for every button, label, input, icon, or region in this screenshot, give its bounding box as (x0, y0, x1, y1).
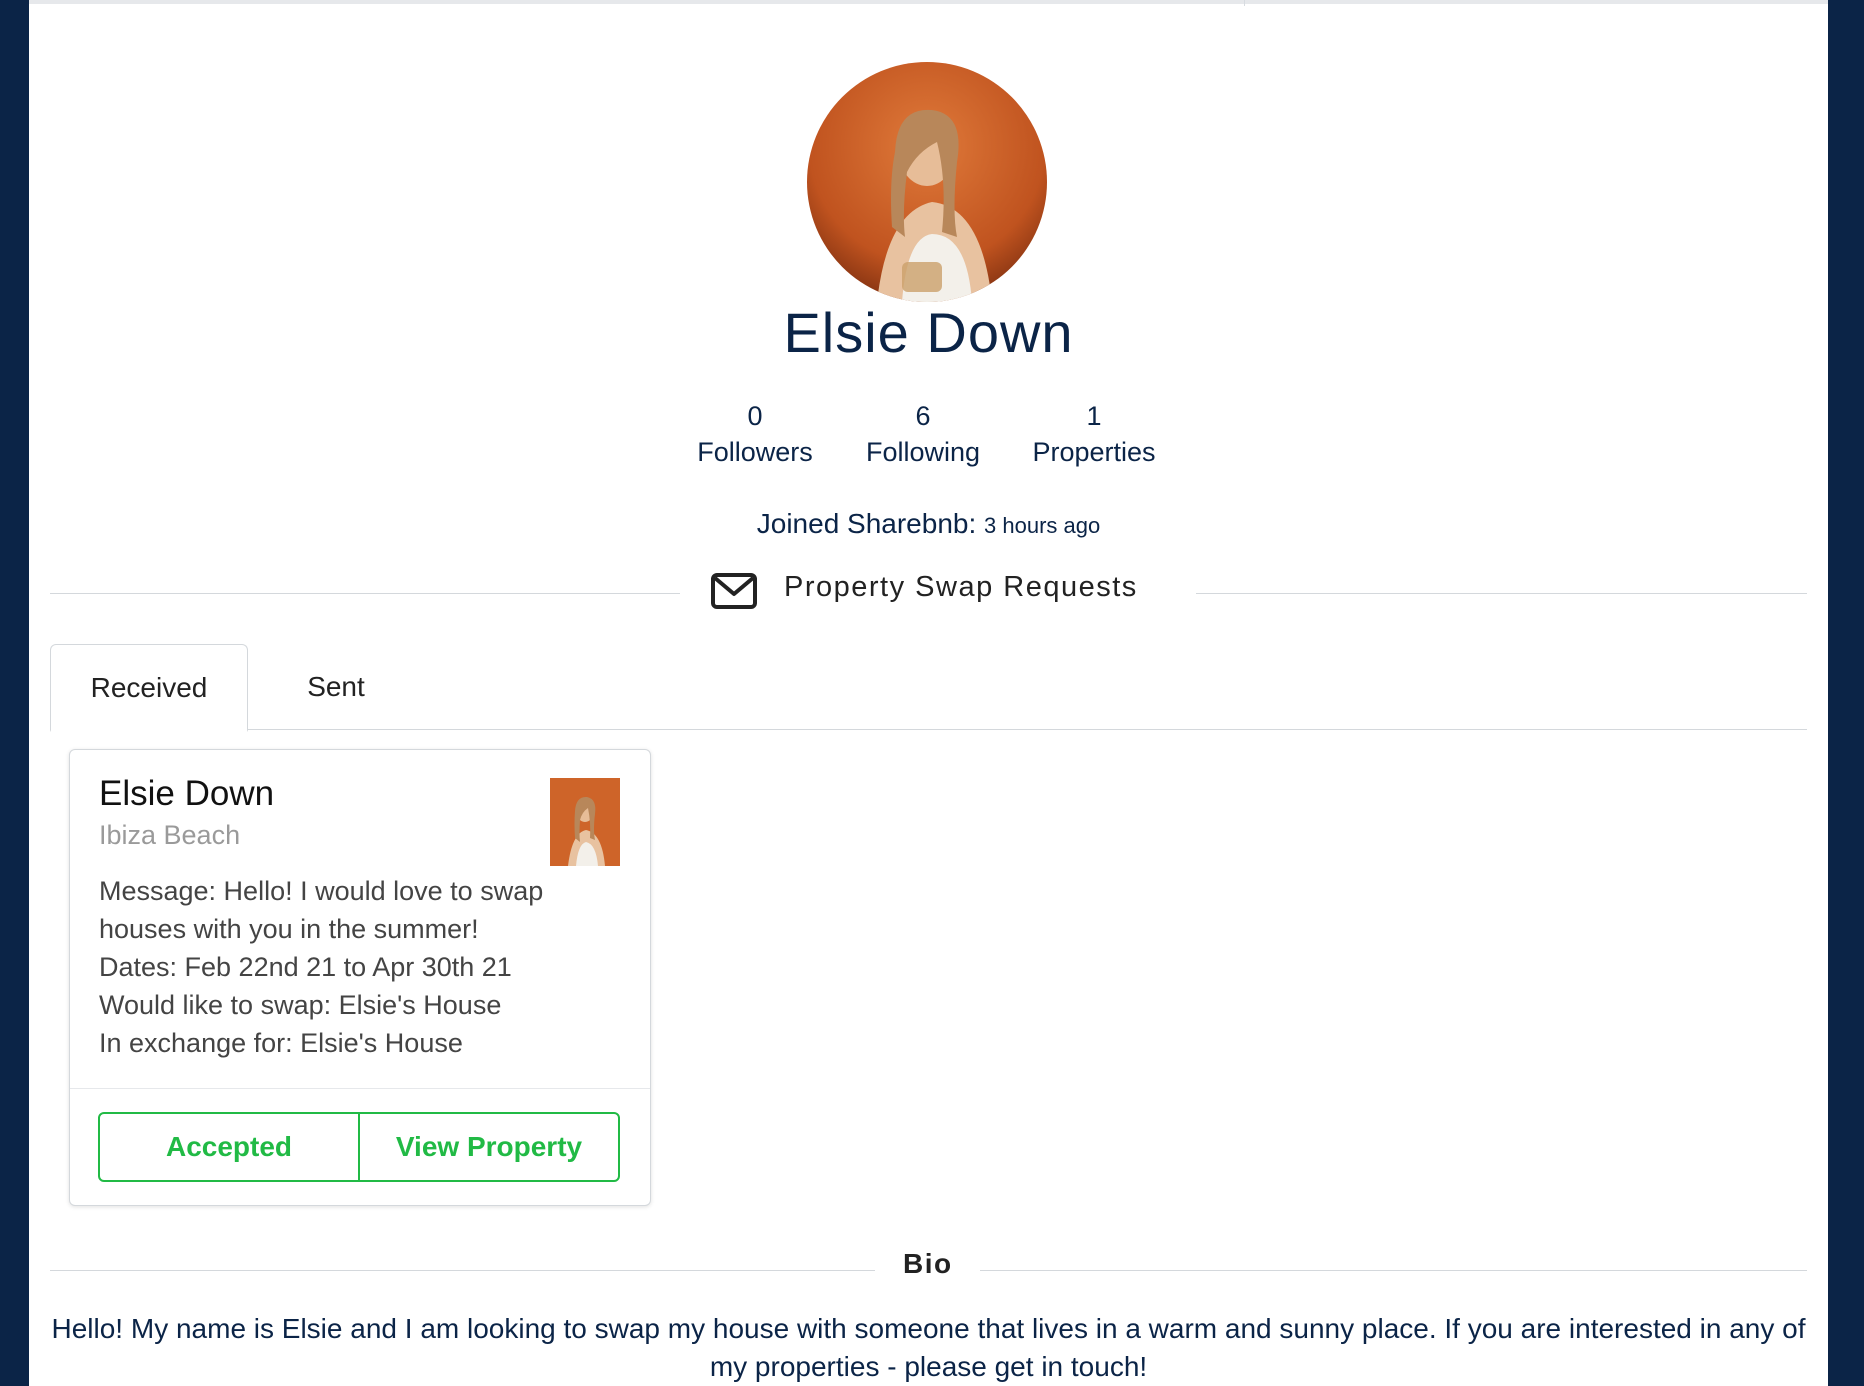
bio-rule-left (50, 1270, 875, 1271)
view-property-button[interactable]: View Property (358, 1114, 618, 1180)
following-label: Following (865, 437, 981, 467)
bio-rule-right (980, 1270, 1807, 1271)
tab-received[interactable]: Received (50, 644, 248, 732)
top-divider (1244, 0, 1245, 6)
stat-properties[interactable]: 1 Properties (1004, 398, 1184, 470)
top-border (29, 0, 1828, 4)
requests-rule-right (1196, 593, 1807, 594)
tabs-baseline (50, 729, 1807, 730)
requests-rule-left (50, 593, 680, 594)
joined-ago: 3 hours ago (984, 513, 1101, 538)
followers-label: Followers (697, 437, 813, 467)
joined-info: Joined Sharebnb: 3 hours ago (29, 508, 1828, 540)
profile-stats: 0 Followers 6 Following 1 Properties (29, 398, 1828, 478)
profile-avatar (807, 62, 1047, 302)
joined-label: Joined Sharebnb: (756, 508, 977, 539)
requests-header: Property Swap Requests (50, 563, 1807, 623)
requests-tabs: Received Sent (50, 644, 1807, 732)
bio-header: Bio (50, 1240, 1807, 1300)
stat-followers[interactable]: 0 Followers (665, 398, 845, 470)
request-location: Ibiza Beach (99, 820, 241, 850)
request-dates: Dates: Feb 22nd 21 to Apr 30th 21 (99, 952, 512, 982)
stat-following[interactable]: 6 Following (833, 398, 1013, 470)
profile-name: Elsie Down (783, 301, 1074, 364)
accepted-button[interactable]: Accepted (100, 1114, 358, 1180)
card-actions: Accepted View Property (98, 1112, 620, 1182)
request-exchange-property: In exchange for: Elsie's House (99, 1028, 463, 1058)
properties-label: Properties (1032, 437, 1156, 467)
profile-page: Elsie Down 0 Followers 6 Following 1 Pro… (29, 0, 1828, 1386)
requests-title: Property Swap Requests (784, 571, 1138, 603)
envelope-icon (711, 573, 757, 614)
request-sender-thumbnail (550, 778, 620, 866)
request-sender-name[interactable]: Elsie Down (99, 774, 274, 814)
swap-request-card: Elsie Down Ibiza Beach Message: Hello! I… (69, 749, 651, 1206)
card-divider (70, 1088, 650, 1089)
followers-count: 0 (747, 401, 763, 431)
bio-title: Bio (903, 1248, 953, 1279)
following-count: 6 (915, 401, 931, 431)
request-swap-property: Would like to swap: Elsie's House (99, 990, 502, 1020)
request-message: Message: Hello! I would love to swap hou… (99, 876, 544, 944)
request-details: Message: Hello! I would love to swap hou… (99, 872, 579, 1062)
tab-sent[interactable]: Sent (246, 644, 426, 729)
bio-text: Hello! My name is Elsie and I am looking… (51, 1313, 1806, 1382)
properties-count: 1 (1086, 401, 1102, 431)
